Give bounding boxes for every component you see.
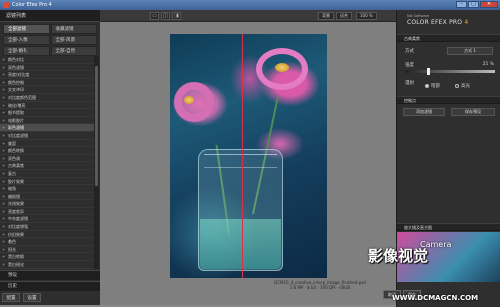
filter-item[interactable]: 暗角 (0, 185, 96, 193)
highlights-label: 高光 (461, 84, 470, 89)
category-landscape[interactable]: 全部-风景 (50, 35, 97, 45)
jar-water (200, 219, 281, 269)
filter-item[interactable]: 偏振镜 (0, 193, 96, 201)
category-favorites[interactable]: 收藏滤镜 (50, 24, 97, 34)
control-points-header[interactable]: 控制点 (397, 96, 500, 104)
category-portrait[interactable]: 全部-人像 (3, 35, 50, 45)
filter-item[interactable]: 双色滤镜 (0, 64, 96, 72)
filter-item[interactable]: 仿旧效果 (0, 231, 96, 239)
filter-item[interactable]: 电影胶片 (0, 117, 96, 125)
filter-item[interactable]: 阳光 (0, 246, 96, 254)
brand-name: COLOR EFEX PRO (407, 19, 463, 26)
glass-jar (198, 149, 283, 271)
app-window: Color Efex Pro 4 – □ ✕ 滤镜列表 全部滤镜 收藏滤镜 全部… (0, 0, 500, 307)
category-nature[interactable]: 全部-自然 (50, 46, 97, 56)
strength-slider-thumb[interactable] (426, 68, 430, 75)
filter-item[interactable]: 对比度增强 (0, 223, 96, 231)
history-section[interactable]: 历史 (0, 281, 100, 291)
filter-item[interactable]: 暗化/增亮 (0, 102, 96, 110)
filter-item[interactable]: 交叉冲印 (0, 86, 96, 94)
save-preset-button[interactable]: 保存预设 (451, 108, 495, 116)
brand-company: Nik Software (407, 14, 430, 18)
filter-item[interactable]: 黑白转换 (0, 253, 96, 262)
flower-center (275, 63, 289, 72)
category-wedding[interactable]: 全部-婚礼 (3, 46, 50, 56)
filter-item[interactable]: 古典柔焦 (0, 162, 96, 170)
add-filter-button[interactable]: 添加滤镜 (403, 108, 445, 116)
filter-item[interactable]: 对比度滤镜 (0, 132, 96, 140)
loupe-histogram-header[interactable]: 放大镜及直方图 (397, 223, 500, 231)
filter-item[interactable]: 亮度/对比度 (0, 71, 96, 79)
zoom-value-selector[interactable]: 100 % (356, 12, 377, 20)
app-logo-icon (3, 2, 9, 8)
filter-item[interactable]: 亮度差异 (0, 208, 96, 216)
flower-center-left (184, 96, 194, 104)
watermark-brand: 影像视觉 (368, 247, 429, 265)
filter-item[interactable]: 彩色滤镜 (0, 124, 96, 132)
maximize-button[interactable]: □ (468, 1, 479, 8)
scrollbar-thumb[interactable] (95, 66, 98, 186)
single-view-button[interactable]: ▭ (150, 12, 159, 20)
filter-list: 颜色对比双色滤镜亮度/对比度颜色控制交叉冲印对比度颜色范围暗化/增亮细节提取电影… (0, 56, 96, 269)
watermark-url: WWW.DCMAGCN.COM (392, 294, 479, 302)
filter-item[interactable]: 颜色转换 (0, 147, 96, 155)
left-panel-buttons: 配置 设置 (2, 293, 41, 302)
side-by-side-button[interactable]: ◨ (172, 12, 181, 20)
filter-item[interactable]: 复古 (0, 170, 96, 178)
split-preview-divider[interactable] (242, 34, 243, 278)
zoom-mode-selector[interactable]: 适合 (336, 12, 352, 20)
filter-item[interactable]: 双色调 (0, 155, 96, 163)
category-grid: 全部滤镜 收藏滤镜 全部-人像 全部-风景 全部-婚礼 全部-自然 (0, 22, 100, 58)
shadows-radio[interactable] (425, 84, 429, 88)
flower-petals-left (174, 82, 214, 122)
method-label: 方式 (405, 49, 414, 54)
filter-panel-header: 滤镜列表 (0, 10, 100, 22)
diffusion-label: 漫射 (405, 81, 414, 86)
strength-label: 强度 (405, 63, 414, 68)
filter-section-header[interactable]: 古典柔焦 (397, 34, 500, 42)
photo-preview[interactable] (170, 34, 327, 278)
filter-item[interactable]: 胶片效果 (0, 178, 96, 186)
minimize-button[interactable]: – (456, 1, 467, 8)
window-controls: – □ ✕ (456, 1, 498, 8)
title-bar: Color Efex Pro 4 – □ ✕ (0, 0, 500, 10)
window-title: Color Efex Pro 4 (12, 2, 52, 8)
image-canvas[interactable]: DCM10_4_creative_interp_image_finished.p… (100, 22, 396, 305)
filter-item[interactable]: 中灰度滤镜 (0, 215, 96, 224)
filter-item[interactable]: 黑白锐化 (0, 261, 96, 269)
config-button[interactable]: 配置 (2, 293, 20, 302)
view-toolbar: ▭ ◫ ◨ 背景 适合 100 % (100, 10, 396, 22)
filter-item[interactable]: 着色 (0, 238, 96, 246)
category-all[interactable]: 全部滤镜 (3, 24, 50, 34)
presets-section[interactable]: 预设 (0, 270, 100, 280)
highlights-radio[interactable] (455, 84, 459, 88)
filter-item[interactable]: 颜色控制 (0, 79, 96, 87)
shadows-label: 暗部 (431, 84, 440, 89)
filter-item[interactable]: 美容 (0, 140, 96, 148)
brand-version: 4 (464, 19, 469, 26)
brand-title: COLOR EFEX PRO 4 (407, 19, 468, 26)
strength-slider[interactable] (405, 68, 495, 75)
close-button[interactable]: ✕ (480, 1, 498, 8)
filter-list-scrollbar[interactable] (94, 56, 99, 269)
settings-button[interactable]: 设置 (23, 293, 41, 302)
filter-item[interactable]: 颜色对比 (0, 56, 96, 64)
jar-neck (204, 154, 277, 168)
image-info: 1.6 MP · 8 bit · 300 DPI · sRGB (289, 285, 351, 290)
filter-item[interactable]: 对比度颜色范围 (0, 94, 96, 102)
filter-item[interactable]: 细节提取 (0, 109, 96, 117)
image-caption: DCM10_4_creative_interp_image_finished.p… (250, 280, 390, 290)
filter-item[interactable]: 光线效果 (0, 200, 96, 208)
background-selector[interactable]: 背景 (318, 12, 334, 20)
strength-value: 25 % (482, 62, 494, 67)
split-view-button[interactable]: ◫ (161, 12, 170, 20)
method-dropdown[interactable]: 方式 1 (447, 47, 493, 55)
filter-panel: 滤镜列表 全部滤镜 收藏滤镜 全部-人像 全部-风景 全部-婚礼 全部-自然 颜… (0, 10, 100, 305)
